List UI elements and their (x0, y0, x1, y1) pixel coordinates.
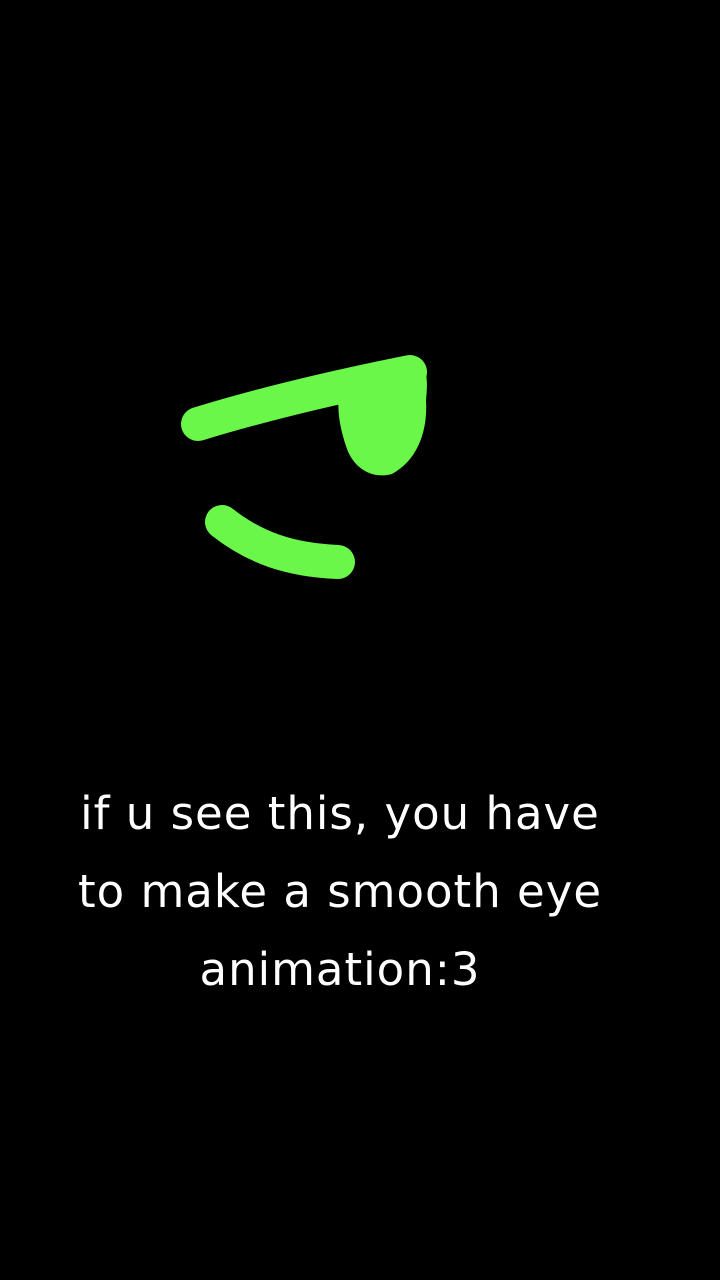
lower-eyelid-stroke (205, 505, 355, 579)
caption-line-3: animation:3 (199, 943, 481, 996)
caption-line-2: to make a smooth eye (77, 865, 603, 918)
caption-line-1: if u see this, you have (80, 787, 600, 840)
eye-drawing (181, 355, 427, 579)
caption-text: if u see this, you have to make a smooth… (40, 775, 640, 1009)
video-frame: if u see this, you have to make a smooth… (0, 0, 720, 1280)
